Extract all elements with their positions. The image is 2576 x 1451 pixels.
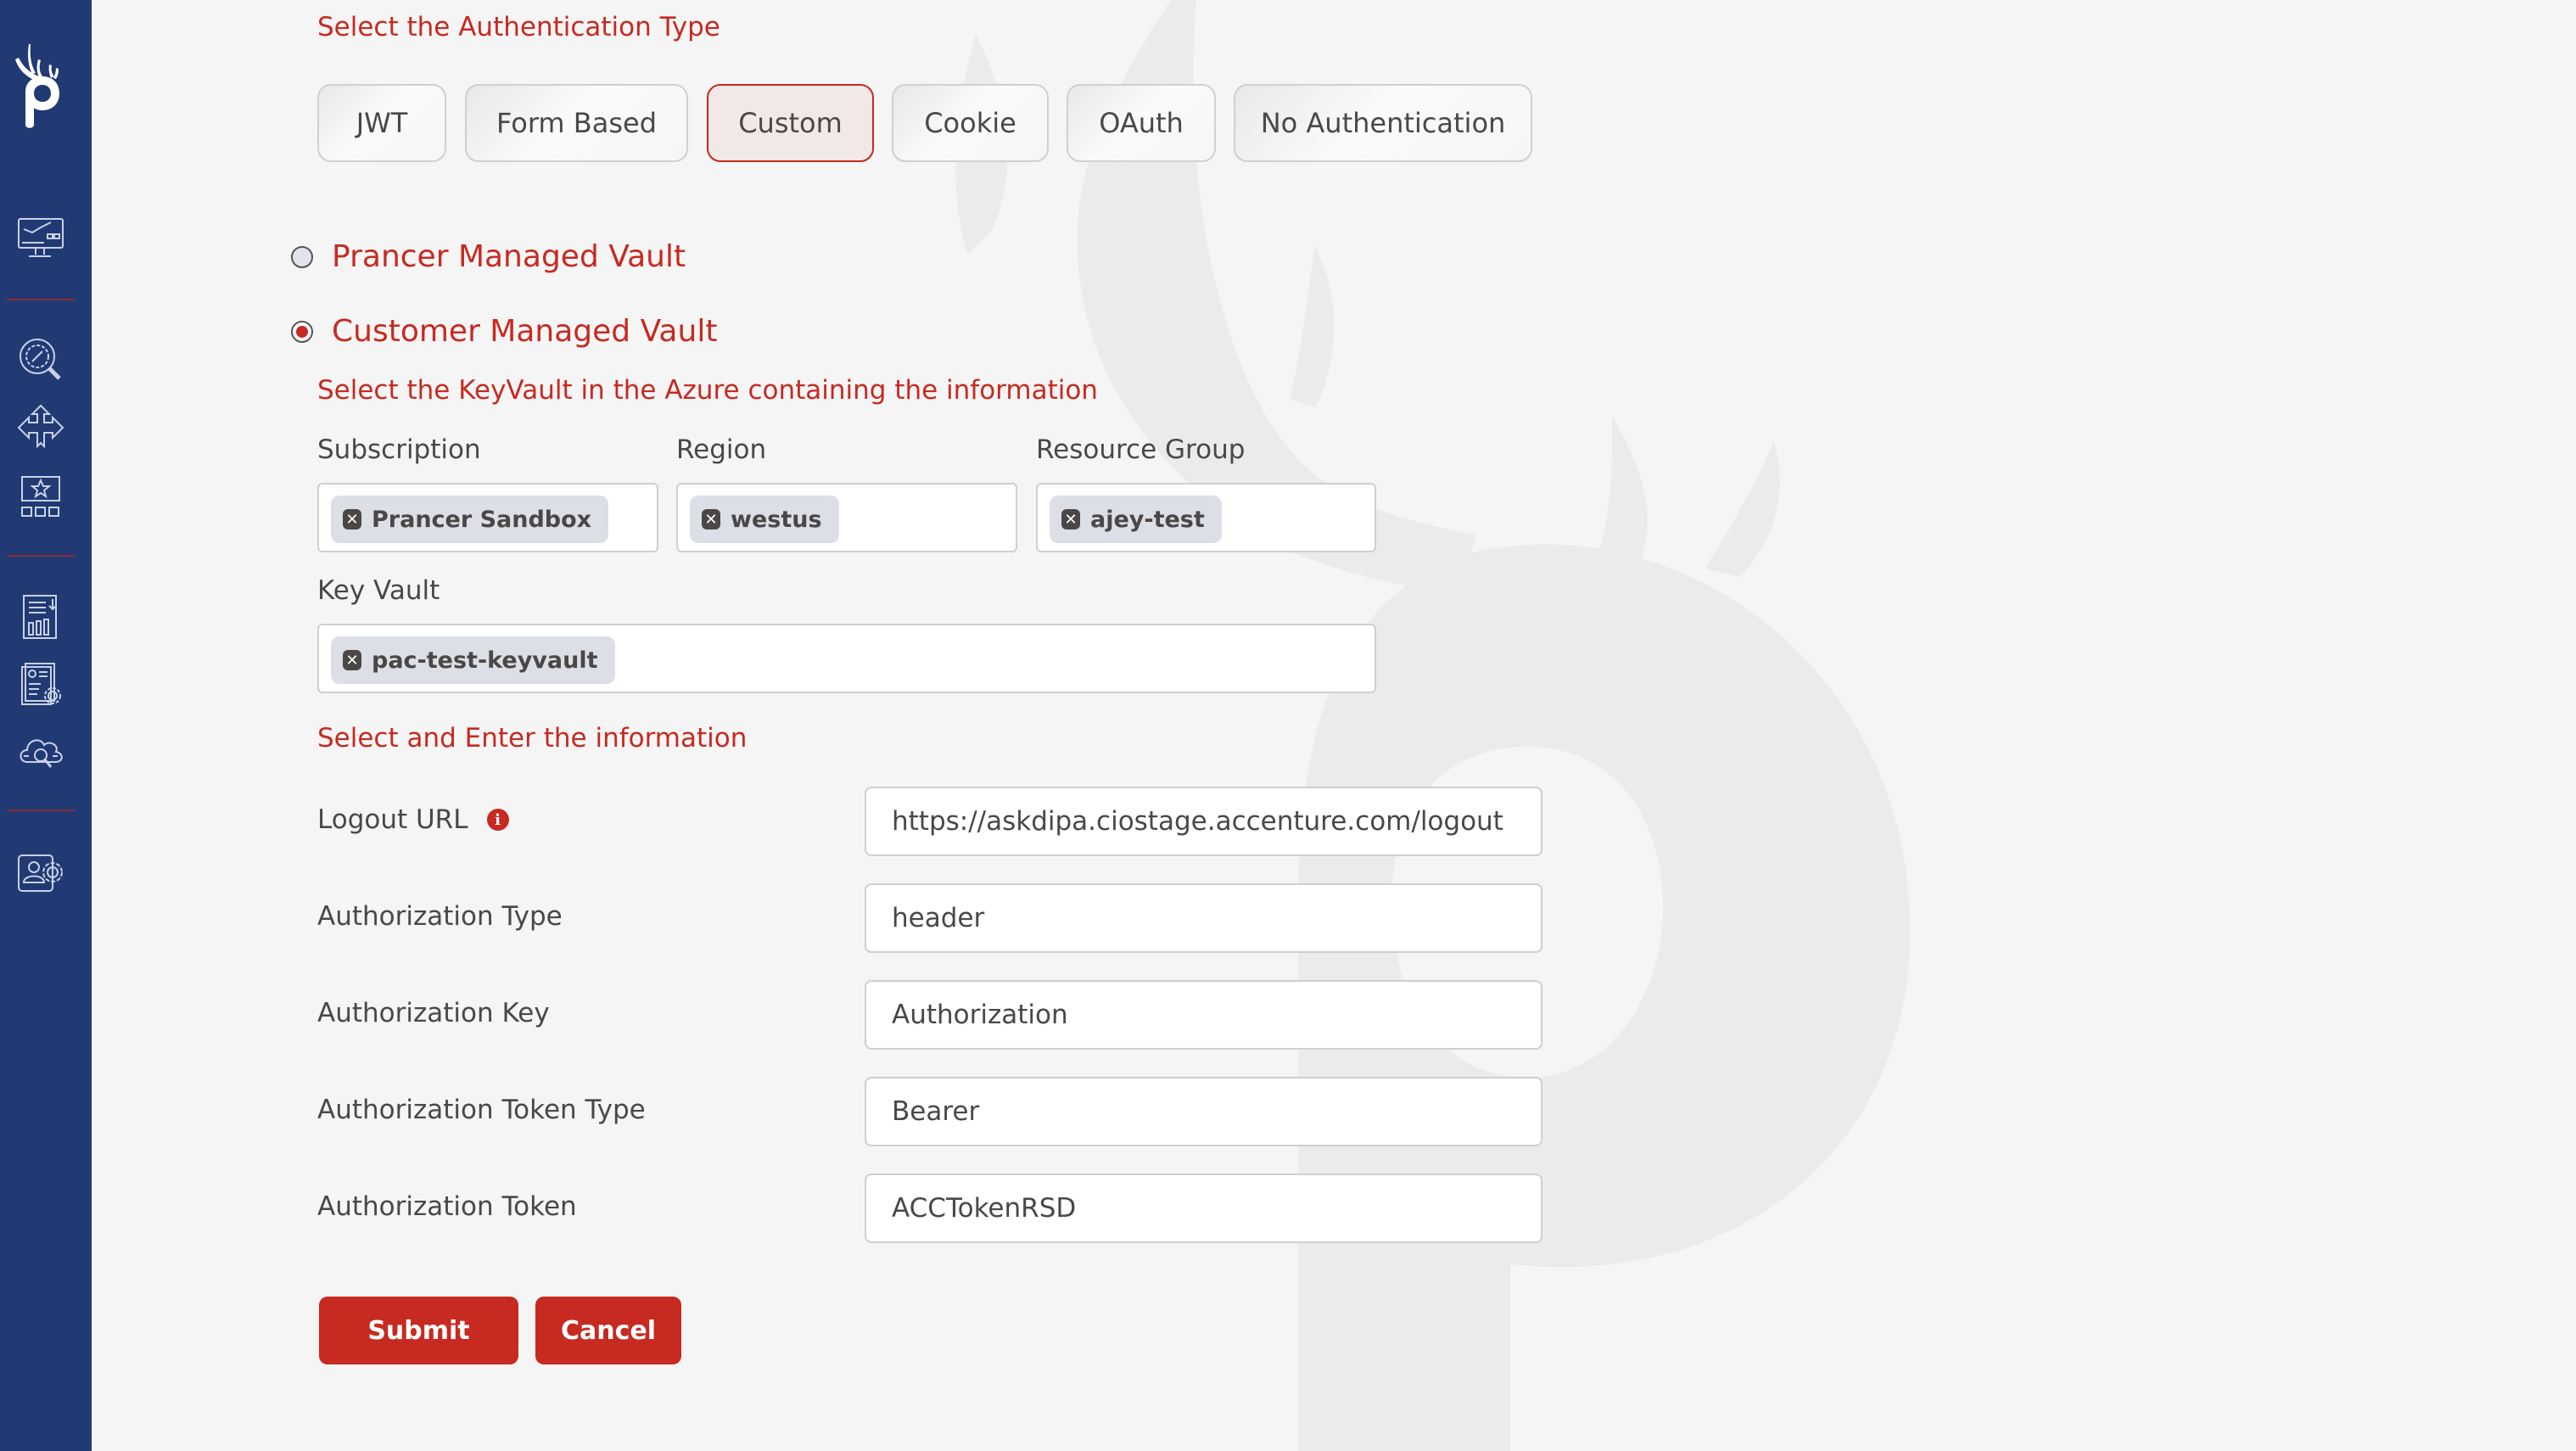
logout-url-input[interactable] <box>865 787 1543 856</box>
remove-chip-icon[interactable]: ✕ <box>343 650 361 670</box>
auth-type-heading: Select the Authentication Type <box>317 12 720 42</box>
resource-group-value: ajey-test <box>1090 506 1205 533</box>
auth-type-cookie-button[interactable]: Cookie <box>892 84 1049 162</box>
customer-managed-vault-option[interactable]: Customer Managed Vault <box>291 314 717 349</box>
submit-button[interactable]: Submit <box>319 1297 518 1364</box>
authorization-token-input[interactable] <box>865 1174 1543 1243</box>
report-download-icon[interactable] <box>15 592 66 643</box>
user-settings-icon[interactable] <box>15 847 66 898</box>
region-label: Region <box>676 434 767 465</box>
authorization-key-input[interactable] <box>865 980 1543 1050</box>
resource-group-label: Resource Group <box>1036 434 1246 465</box>
logout-url-label: Logout URL i <box>317 804 509 835</box>
prancer-managed-vault-option[interactable]: Prancer Managed Vault <box>291 239 686 274</box>
cloud-search-icon[interactable] <box>15 728 66 779</box>
authorization-token-label: Authorization Token <box>317 1191 577 1222</box>
enter-information-heading: Select and Enter the information <box>317 723 748 754</box>
prancer-logo[interactable] <box>7 42 63 132</box>
favorites-grid-icon[interactable] <box>15 472 66 523</box>
keyvault-heading: Select the KeyVault in the Azure contain… <box>317 375 1098 406</box>
key-vault-chip: ✕ pac-test-keyvault <box>331 636 615 684</box>
resource-group-chip: ✕ ajey-test <box>1050 496 1222 543</box>
remove-chip-icon[interactable]: ✕ <box>343 509 361 529</box>
prancer-managed-vault-radio[interactable] <box>291 245 313 268</box>
document-settings-icon[interactable] <box>15 660 66 711</box>
auth-type-form-based-button[interactable]: Form Based <box>465 84 688 162</box>
auth-type-custom-button[interactable]: Custom <box>707 84 874 162</box>
key-vault-value: pac-test-keyvault <box>372 647 598 674</box>
directions-arrows-icon[interactable] <box>15 402 66 453</box>
auth-type-jwt-button[interactable]: JWT <box>317 84 446 162</box>
region-select[interactable]: ✕ westus <box>676 483 1017 552</box>
customer-managed-vault-radio[interactable] <box>291 320 313 343</box>
sidebar-divider <box>7 299 75 300</box>
sidebar-divider <box>7 555 75 557</box>
auth-type-no-authentication-button[interactable]: No Authentication <box>1234 84 1532 162</box>
subscription-label: Subscription <box>317 434 481 465</box>
subscription-chip: ✕ Prancer Sandbox <box>331 496 609 543</box>
subscription-select[interactable]: ✕ Prancer Sandbox <box>317 483 658 552</box>
sidebar <box>0 0 92 1451</box>
security-search-icon[interactable] <box>15 334 66 385</box>
authorization-key-label: Authorization Key <box>317 998 550 1028</box>
remove-chip-icon[interactable]: ✕ <box>1061 509 1080 529</box>
region-value: westus <box>731 506 822 533</box>
key-vault-label: Key Vault <box>317 575 440 606</box>
logout-url-label-text: Logout URL <box>317 804 468 835</box>
authorization-type-input[interactable] <box>865 883 1543 953</box>
resource-group-select[interactable]: ✕ ajey-test <box>1036 483 1376 552</box>
remove-chip-icon[interactable]: ✕ <box>702 509 720 529</box>
auth-type-oauth-button[interactable]: OAuth <box>1067 84 1216 162</box>
cancel-button[interactable]: Cancel <box>535 1297 681 1364</box>
dashboard-monitor-icon[interactable] <box>15 214 66 265</box>
key-vault-select[interactable]: ✕ pac-test-keyvault <box>317 624 1376 693</box>
sidebar-divider <box>7 810 75 811</box>
prancer-managed-vault-label: Prancer Managed Vault <box>332 239 686 274</box>
info-icon[interactable]: i <box>486 809 509 831</box>
customer-managed-vault-label: Customer Managed Vault <box>332 314 718 349</box>
region-chip: ✕ westus <box>690 496 839 543</box>
authorization-token-type-input[interactable] <box>865 1077 1543 1146</box>
authorization-token-type-label: Authorization Token Type <box>317 1095 646 1125</box>
subscription-value: Prancer Sandbox <box>372 506 592 533</box>
authorization-type-label: Authorization Type <box>317 901 563 932</box>
